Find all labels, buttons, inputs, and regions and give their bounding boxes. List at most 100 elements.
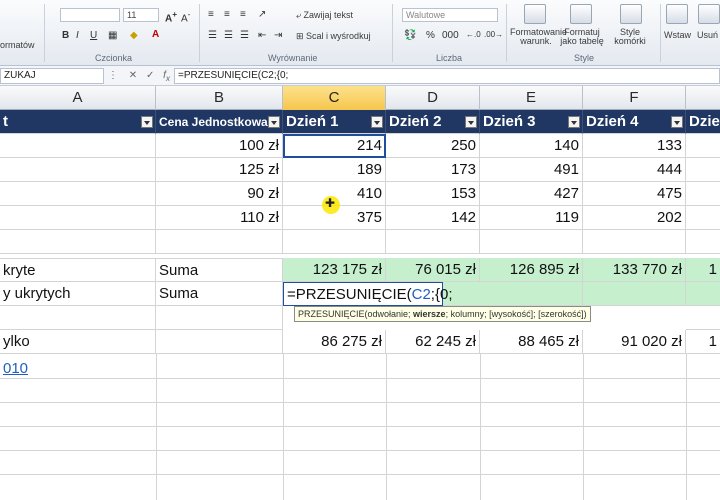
insert-cells-label[interactable]: Wstaw	[664, 30, 691, 40]
percent-icon[interactable]: %	[426, 30, 435, 41]
column-header-c[interactable]: C	[283, 86, 386, 110]
filter-dropdown-icon[interactable]	[671, 116, 683, 128]
cancel-icon[interactable]: ✕	[129, 70, 137, 81]
filter-dropdown-icon[interactable]	[141, 116, 153, 128]
sum-visible-d[interactable]: 76 015 zł	[386, 258, 480, 282]
table-cell[interactable]: 133	[583, 134, 686, 158]
bold-icon[interactable]: B	[62, 30, 69, 41]
formula-input[interactable]: =PRZESUNIĘCIE(C2;{0;	[174, 68, 720, 84]
align-right-icon[interactable]: ☰	[240, 30, 249, 41]
font-size-combo[interactable]: 11	[123, 8, 159, 22]
column-header-g[interactable]	[686, 86, 720, 110]
indent-icon[interactable]: ⇤	[258, 30, 266, 41]
decrease-decimal-icon[interactable]: .00→	[484, 30, 503, 39]
formula-edit-cell[interactable]: =PRZESUNIĘCIE(C2;{0;	[283, 282, 452, 306]
filter-dropdown-icon[interactable]	[371, 116, 383, 128]
number-format-combo[interactable]: Walutowe	[402, 8, 498, 22]
table-cell[interactable]: 475	[583, 182, 686, 206]
underline-icon[interactable]: U	[90, 30, 97, 41]
sum-visible-e[interactable]: 126 895 zł	[480, 258, 583, 282]
table-cell[interactable]: 189	[283, 158, 386, 182]
table-cell[interactable]: 153	[386, 182, 480, 206]
filter-dropdown-icon[interactable]	[568, 116, 580, 128]
total-c[interactable]: 86 275 zł	[283, 330, 386, 354]
column-header-d[interactable]: D	[386, 86, 480, 110]
conditional-format-icon[interactable]	[524, 4, 546, 24]
table-cell[interactable]: 444	[583, 158, 686, 182]
table-cell[interactable]	[0, 306, 156, 330]
align-left-icon[interactable]: ☰	[208, 30, 217, 41]
column-header-f[interactable]: F	[583, 86, 686, 110]
accounting-icon[interactable]: 💱	[404, 30, 416, 41]
total-g[interactable]: 1	[686, 330, 720, 354]
sum-visible-c[interactable]: 123 175 zł	[283, 258, 386, 282]
align-top-icon[interactable]: ≡	[208, 9, 214, 20]
table-cell[interactable]: 142	[386, 206, 480, 230]
table-cell[interactable]	[686, 230, 720, 254]
header-cell-a[interactable]: t	[0, 110, 156, 134]
table-cell[interactable]	[686, 206, 720, 230]
column-header-a[interactable]: A	[0, 86, 156, 110]
table-cell[interactable]	[283, 230, 386, 254]
borders-icon[interactable]: ▦	[108, 30, 117, 41]
table-cell[interactable]	[686, 182, 720, 206]
table-cell[interactable]: 202	[583, 206, 686, 230]
fill-color-icon[interactable]: ◆	[130, 30, 138, 41]
orientation-icon[interactable]: ↗	[258, 9, 266, 20]
table-cell[interactable]: 100 zł	[156, 134, 283, 158]
total-e[interactable]: 88 465 zł	[480, 330, 583, 354]
delete-cells-icon[interactable]	[698, 4, 720, 24]
delete-cells-label[interactable]: Usuń	[697, 30, 718, 40]
table-cell[interactable]	[686, 282, 720, 306]
table-cell[interactable]	[583, 282, 686, 306]
table-cell[interactable]: 119	[480, 206, 583, 230]
table-cell[interactable]: 491	[480, 158, 583, 182]
sum-hidden-function[interactable]: Suma	[156, 282, 283, 306]
table-cell[interactable]	[156, 306, 283, 330]
filter-dropdown-icon[interactable]	[465, 116, 477, 128]
table-cell[interactable]	[0, 230, 156, 254]
sum-visible-f[interactable]: 133 770 zł	[583, 258, 686, 282]
table-cell[interactable]: 110 zł	[156, 206, 283, 230]
align-bottom-icon[interactable]: ≡	[240, 9, 246, 20]
table-cell[interactable]	[0, 134, 156, 158]
table-cell[interactable]: 214	[283, 134, 386, 158]
table-cell[interactable]: 250	[386, 134, 480, 158]
table-cell[interactable]	[583, 230, 686, 254]
wrap-text-button[interactable]: ⤶ Zawijaj tekst	[296, 10, 353, 21]
table-cell[interactable]: 125 zł	[156, 158, 283, 182]
table-cell[interactable]	[443, 282, 583, 306]
header-cell-b[interactable]: Cena Jednostkowa	[156, 110, 283, 134]
table-cell[interactable]	[156, 230, 283, 254]
insert-cells-icon[interactable]	[666, 4, 688, 24]
table-cell[interactable]	[480, 230, 583, 254]
table-cell[interactable]	[686, 306, 720, 330]
font-name-combo[interactable]	[60, 8, 120, 22]
align-middle-icon[interactable]: ≡	[224, 9, 230, 20]
sum-visible-function[interactable]: Suma	[156, 258, 283, 282]
table-cell[interactable]	[0, 158, 156, 182]
table-cell[interactable]: 90 zł	[156, 182, 283, 206]
header-cell-f[interactable]: Dzień 4	[583, 110, 686, 134]
format-as-table-label[interactable]: Formatuj jako tabelę	[556, 28, 608, 46]
shrink-font-icon[interactable]: A-	[181, 9, 190, 24]
filter-dropdown-icon[interactable]	[268, 116, 280, 128]
cell-styles-icon[interactable]	[620, 4, 642, 24]
comma-style-icon[interactable]: 000	[442, 30, 459, 41]
enter-icon[interactable]: ✓	[146, 70, 154, 81]
name-box[interactable]: ZUKAJ	[0, 68, 104, 84]
table-cell[interactable]	[0, 206, 156, 230]
header-cell-e[interactable]: Dzień 3	[480, 110, 583, 134]
table-cell[interactable]: 173	[386, 158, 480, 182]
column-header-e[interactable]: E	[480, 86, 583, 110]
sum-visible-g[interactable]: 1	[686, 258, 720, 282]
increase-decimal-icon[interactable]: ←.0	[466, 30, 481, 39]
total-label[interactable]: ylko	[0, 330, 156, 354]
sum-visible-label[interactable]: kryte	[0, 258, 156, 282]
hyperlink[interactable]: 010	[3, 360, 28, 377]
align-center-icon[interactable]: ☰	[224, 30, 233, 41]
total-d[interactable]: 62 245 zł	[386, 330, 480, 354]
table-cell[interactable]: 140	[480, 134, 583, 158]
format-painter-label[interactable]: ormatów	[0, 40, 35, 50]
header-cell-g[interactable]: Dzie	[686, 110, 720, 134]
